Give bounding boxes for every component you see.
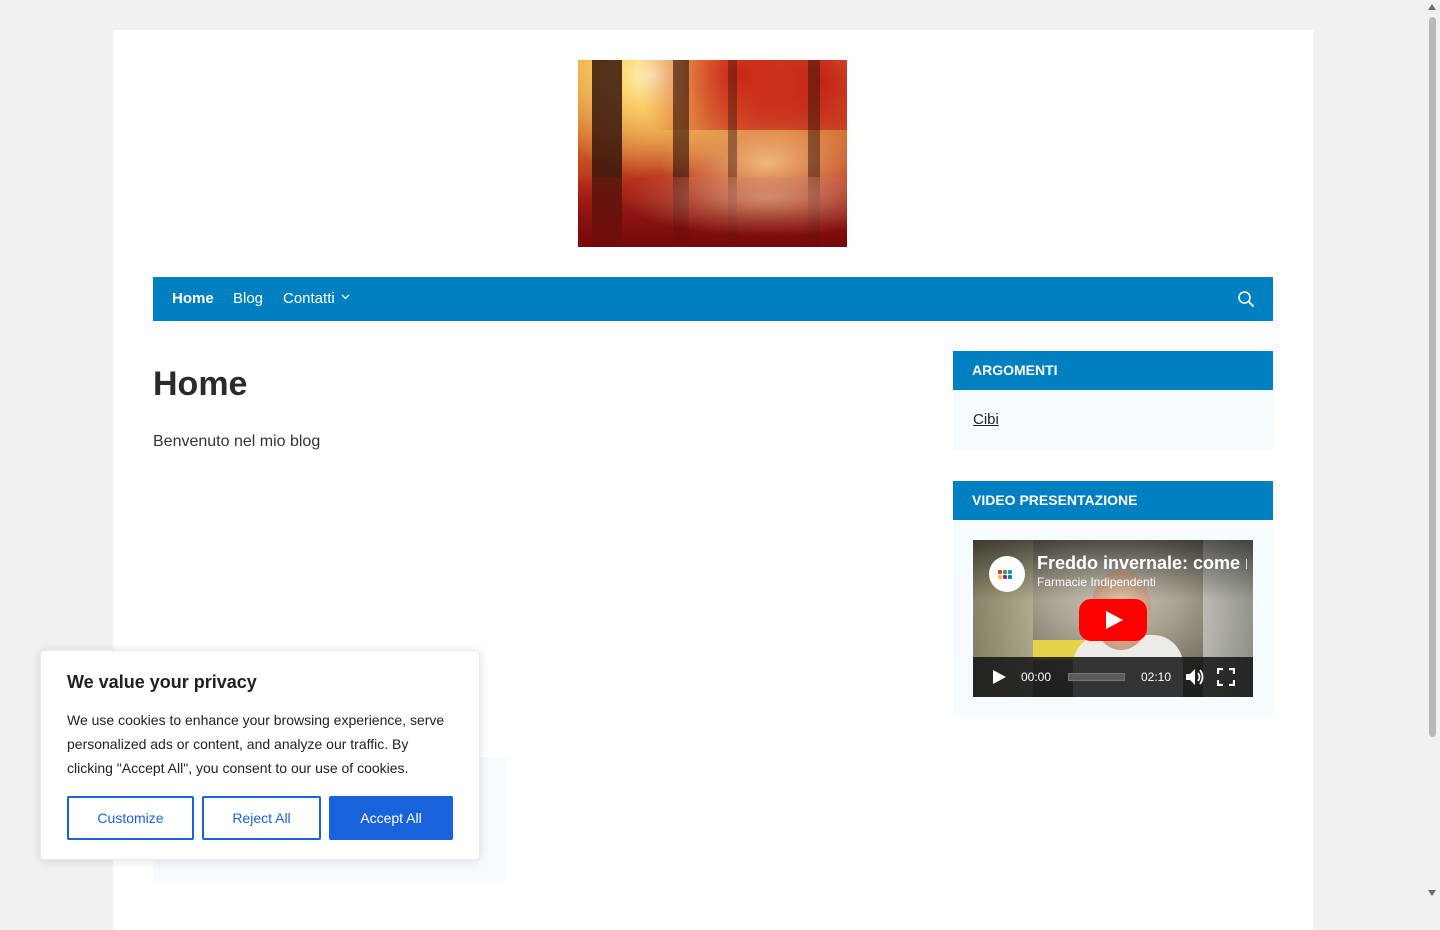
reject-all-button[interactable]: Reject All xyxy=(202,796,321,840)
widget-video: VIDEO PRESENTAZIONE Freddo invernale: co… xyxy=(953,481,1273,717)
main-navigation: Home Blog Contatti xyxy=(153,277,1273,321)
channel-logo[interactable] xyxy=(989,556,1025,592)
fullscreen-icon[interactable] xyxy=(1217,668,1235,686)
cookie-title: We value your privacy xyxy=(67,672,257,692)
widget-title: VIDEO PRESENTAZIONE xyxy=(953,481,1273,520)
video-progress-bar[interactable] xyxy=(1068,673,1125,681)
widget-title: ARGOMENTI xyxy=(953,351,1273,390)
customize-button[interactable]: Customize xyxy=(67,796,194,840)
nav-item-contatti-label: Contatti xyxy=(283,290,335,307)
nav-item-contatti[interactable]: Contatti xyxy=(283,277,350,321)
page-title: Home xyxy=(153,365,248,403)
nav-item-blog[interactable]: Blog xyxy=(233,277,263,321)
video-controls: 00:00 02:10 xyxy=(973,657,1253,697)
widget-argomenti: ARGOMENTI Cibi xyxy=(953,351,1273,451)
video-channel[interactable]: Farmacie Indipendenti xyxy=(1037,575,1156,589)
play-icon[interactable] xyxy=(991,669,1007,685)
nav-item-home[interactable]: Home xyxy=(172,277,214,321)
page-scrollbar[interactable] xyxy=(1425,0,1440,900)
header-image-ground xyxy=(578,177,847,247)
volume-icon[interactable] xyxy=(1185,668,1205,686)
cookie-text: We use cookies to enhance your browsing … xyxy=(67,712,445,776)
current-time: 00:00 xyxy=(1021,670,1052,684)
video-title[interactable]: Freddo invernale: come r xyxy=(1037,553,1247,574)
scrollbar-thumb[interactable] xyxy=(1429,17,1436,737)
chevron-down-icon xyxy=(341,294,350,300)
youtube-play-icon[interactable] xyxy=(1079,599,1147,641)
search-icon[interactable] xyxy=(1237,290,1255,308)
intro-text: Benvenuto nel mio blog xyxy=(153,433,321,450)
scroll-down-arrow-icon[interactable] xyxy=(1428,890,1436,896)
cookie-consent-banner: We value your privacy We use cookies to … xyxy=(40,650,480,860)
accept-all-button[interactable]: Accept All xyxy=(329,796,453,840)
category-link-cibi[interactable]: Cibi xyxy=(973,411,999,428)
video-duration: 02:10 xyxy=(1141,670,1172,684)
video-player[interactable]: Freddo invernale: come r Farmacie Indipe… xyxy=(973,540,1253,697)
scroll-up-arrow-icon[interactable] xyxy=(1428,4,1436,10)
header-image xyxy=(578,60,847,247)
